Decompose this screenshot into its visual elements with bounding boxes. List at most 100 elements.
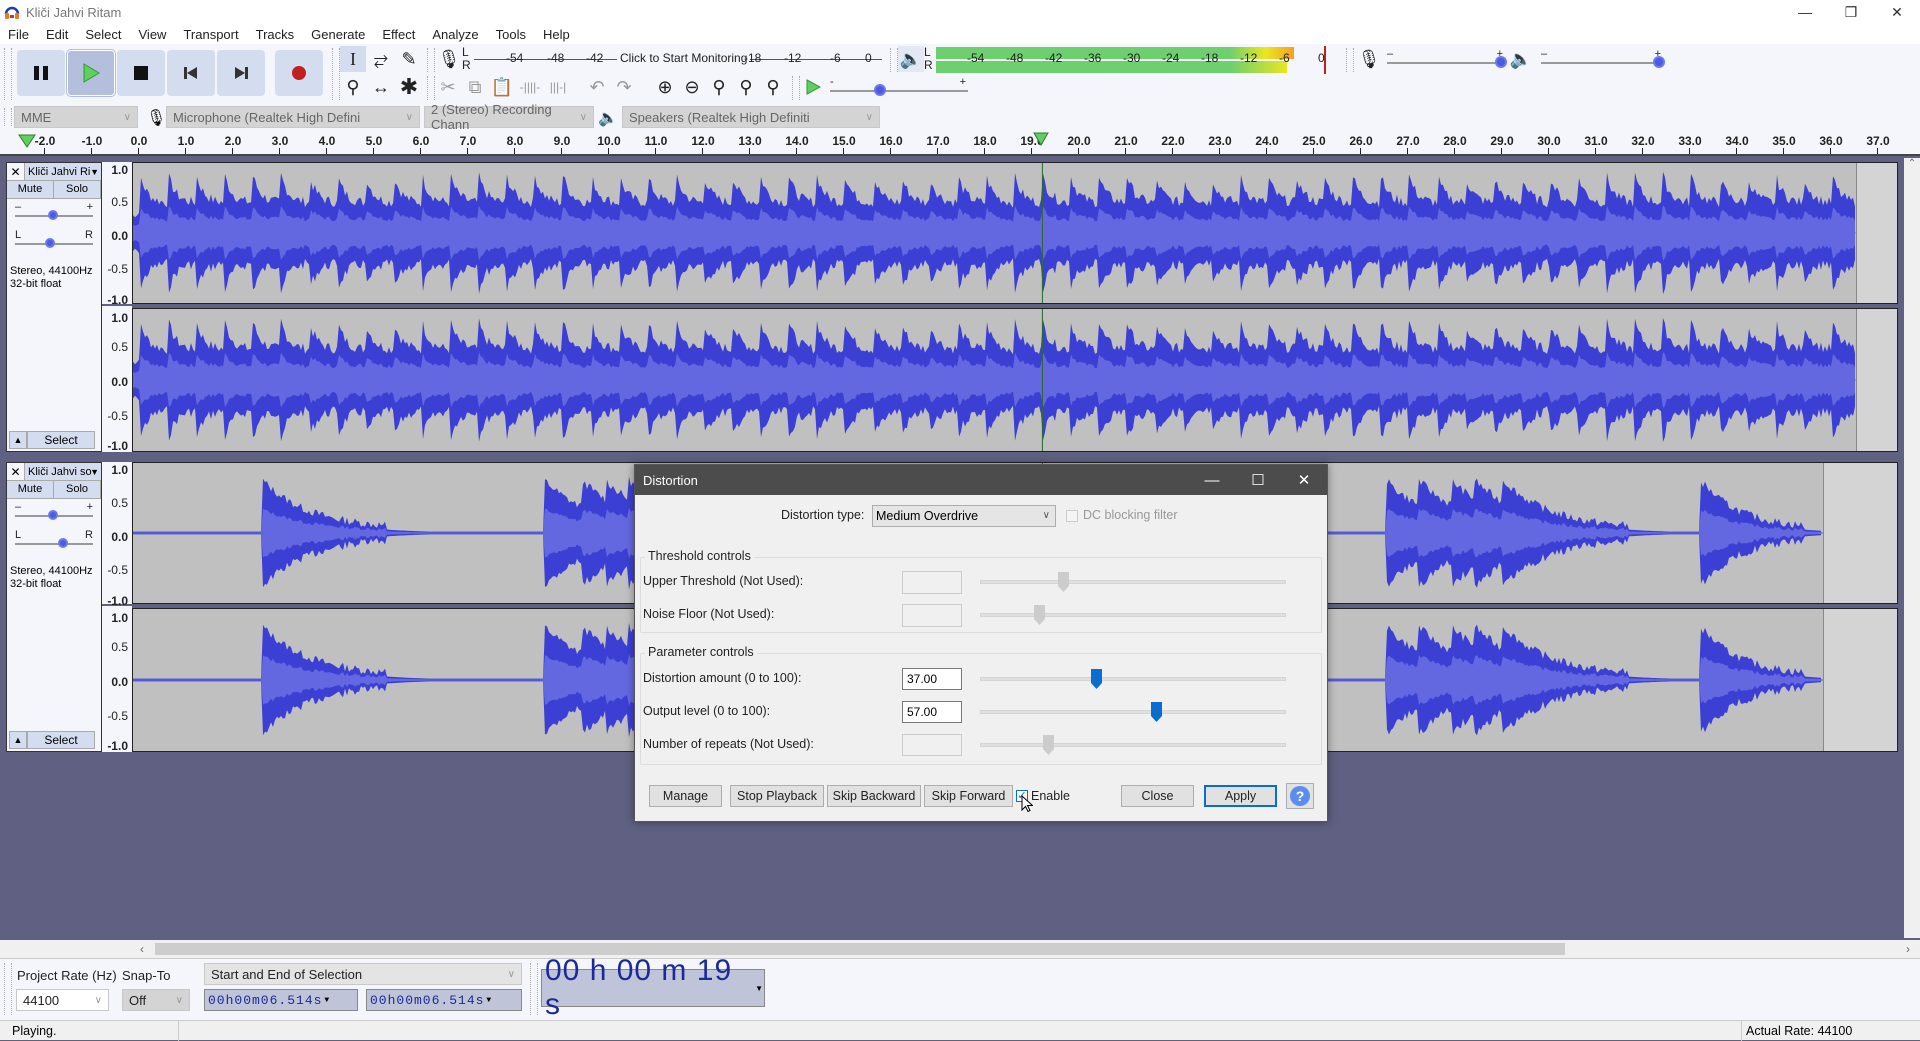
- slider-thumb[interactable]: [1151, 702, 1162, 722]
- track-close-button[interactable]: ✕: [7, 163, 25, 180]
- stop-button[interactable]: [117, 50, 165, 96]
- dialog-maximize-button[interactable]: ☐: [1235, 465, 1281, 495]
- slider-thumb[interactable]: [1091, 669, 1102, 689]
- playback-volume-slider[interactable]: – +: [1541, 48, 1665, 70]
- slider-thumb[interactable]: [58, 538, 68, 548]
- menu-effect[interactable]: Effect: [382, 27, 415, 42]
- selection-mode-select[interactable]: Start and End of Selection ∨: [204, 963, 522, 985]
- play-at-speed-button[interactable]: [800, 74, 826, 100]
- scroll-right-icon[interactable]: ›: [1906, 942, 1910, 956]
- pan-slider[interactable]: LR: [15, 229, 93, 251]
- fit-project-button[interactable]: ⚲: [733, 74, 759, 100]
- menu-tracks[interactable]: Tracks: [256, 27, 295, 42]
- record-volume-slider[interactable]: – +: [1387, 48, 1507, 70]
- restore-button[interactable]: ❐: [1828, 0, 1874, 24]
- empty-track-region[interactable]: [1822, 609, 1897, 751]
- slider-thumb[interactable]: [1034, 605, 1045, 625]
- scrollbar-thumb[interactable]: [155, 943, 1565, 955]
- help-button[interactable]: ?: [1286, 783, 1314, 809]
- zoom-toggle-button[interactable]: ⚲: [760, 74, 786, 100]
- menu-tools[interactable]: Tools: [496, 27, 526, 42]
- gain-slider[interactable]: – +: [15, 501, 93, 523]
- track-close-button[interactable]: ✕: [7, 463, 25, 480]
- menu-generate[interactable]: Generate: [311, 27, 365, 42]
- record-button[interactable]: [275, 50, 323, 96]
- audio-host-select[interactable]: MME ∨: [14, 106, 138, 128]
- recording-device-select[interactable]: Microphone (Realtek High Defini ∨: [166, 106, 420, 128]
- toolbar-grip[interactable]: [890, 48, 898, 72]
- dialog-minimize-button[interactable]: —: [1189, 465, 1235, 495]
- stop-playback-button[interactable]: Stop Playback: [730, 785, 824, 807]
- collapse-track-button[interactable]: ▲: [9, 731, 27, 749]
- menu-analyze[interactable]: Analyze: [432, 27, 478, 42]
- track-name-menu[interactable]: Kliči Jahvi so ▼: [25, 463, 101, 480]
- selection-start-time[interactable]: 00h00m06.514s ▼: [204, 989, 358, 1011]
- dialog-title-bar[interactable]: Distortion — ☐ ✕: [635, 465, 1327, 495]
- solo-button[interactable]: Solo: [54, 181, 101, 198]
- close-button[interactable]: Close: [1121, 785, 1194, 807]
- menu-file[interactable]: File: [8, 27, 29, 42]
- empty-track-region[interactable]: [1855, 309, 1897, 451]
- start-monitoring-label[interactable]: Click to Start Monitoring: [617, 51, 751, 65]
- recording-meter[interactable]: L R -54 -48 -42 Click to Start Monitorin…: [462, 45, 882, 74]
- mute-button[interactable]: Mute: [7, 181, 54, 198]
- skip-end-button[interactable]: [217, 50, 265, 96]
- copy-button[interactable]: ⧉: [462, 74, 488, 100]
- silence-button[interactable]: |||-|: [545, 74, 571, 100]
- toolbar-grip[interactable]: [427, 48, 435, 72]
- pan-slider[interactable]: LR: [15, 529, 93, 551]
- pause-button[interactable]: [17, 50, 65, 96]
- manage-button[interactable]: Manage: [649, 785, 722, 807]
- toolbar-grip[interactable]: [4, 963, 12, 1015]
- snap-to-select[interactable]: Off ∨: [122, 989, 190, 1011]
- trim-button[interactable]: -||||-: [517, 74, 543, 100]
- menu-select[interactable]: Select: [85, 27, 121, 42]
- select-track-button[interactable]: Select: [27, 431, 95, 449]
- select-track-button[interactable]: Select: [27, 731, 95, 749]
- slider-thumb[interactable]: [1653, 56, 1665, 68]
- mute-button[interactable]: Mute: [7, 481, 54, 498]
- vertical-scrollbar[interactable]: ⌃: [1904, 158, 1920, 938]
- slider-thumb[interactable]: [1495, 56, 1507, 68]
- envelope-tool[interactable]: ⥂: [368, 46, 394, 72]
- menu-edit[interactable]: Edit: [46, 27, 68, 42]
- time-shift-tool[interactable]: ↔: [368, 74, 394, 100]
- selection-end-time[interactable]: 00h00m06.514s ▼: [366, 989, 522, 1011]
- timeline-ruler[interactable]: -2.0 -1.0 0.0 1.0 2.0 3.0 4.0 5.0 6.0 7.0 8.0 9.0 10…: [0, 130, 1920, 156]
- play-at-speed-slider[interactable]: - +: [830, 76, 968, 98]
- waveform-channel-right[interactable]: [132, 308, 1898, 452]
- empty-track-region[interactable]: [1855, 163, 1897, 303]
- redo-button[interactable]: ↷: [611, 74, 637, 100]
- distortion-amount-input[interactable]: 37.00: [902, 668, 962, 690]
- slider-thumb[interactable]: [48, 210, 58, 220]
- skip-backward-button[interactable]: Skip Backward: [827, 785, 921, 807]
- dc-blocking-checkbox[interactable]: [1066, 510, 1078, 522]
- toolbar-grip[interactable]: [4, 108, 12, 126]
- slider-thumb[interactable]: [1043, 735, 1054, 755]
- repeats-slider[interactable]: [980, 743, 1286, 747]
- recording-channels-select[interactable]: 2 (Stereo) Recording Chann ∨: [424, 102, 594, 132]
- zoom-in-button[interactable]: ⊕: [652, 74, 678, 100]
- menu-view[interactable]: View: [139, 27, 167, 42]
- slider-thumb[interactable]: [1058, 572, 1069, 592]
- playback-meter-button[interactable]: 🔈: [898, 46, 924, 72]
- skip-forward-button[interactable]: Skip Forward: [924, 785, 1013, 807]
- scroll-up-icon[interactable]: ⌃: [1904, 158, 1920, 169]
- menu-transport[interactable]: Transport: [183, 27, 238, 42]
- slider-thumb[interactable]: [874, 84, 886, 96]
- track-name-menu[interactable]: Kliči Jahvi Ri ▼: [25, 163, 101, 180]
- toolbar-grip[interactable]: [332, 48, 340, 100]
- horizontal-scrollbar[interactable]: ‹ ›: [0, 940, 1920, 958]
- fit-selection-button[interactable]: ⚲: [706, 74, 732, 100]
- output-level-input[interactable]: 57.00: [902, 701, 962, 723]
- undo-button[interactable]: ↶: [584, 74, 610, 100]
- noise-floor-slider[interactable]: [980, 613, 1286, 617]
- slider-thumb[interactable]: [48, 510, 58, 520]
- play-head-marker[interactable]: [1033, 132, 1050, 146]
- toolbar-grip[interactable]: [530, 963, 538, 1015]
- toolbar-grip[interactable]: [427, 76, 435, 100]
- slider-thumb[interactable]: [45, 238, 55, 248]
- multi-tool[interactable]: ✱: [396, 74, 422, 100]
- record-meter-button[interactable]: 🎙: [436, 46, 462, 72]
- skip-start-button[interactable]: [167, 50, 215, 96]
